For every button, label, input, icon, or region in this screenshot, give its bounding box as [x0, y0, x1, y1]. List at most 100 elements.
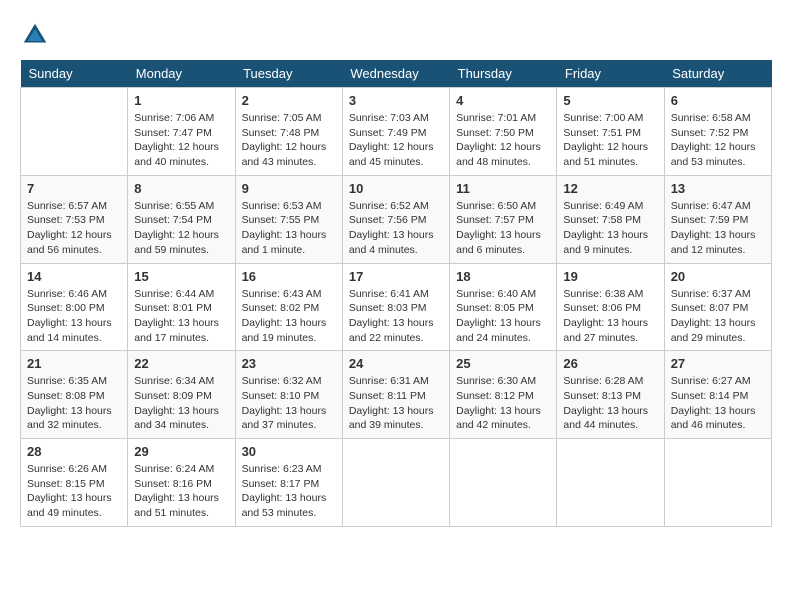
day-info: Sunrise: 6:40 AM Sunset: 8:05 PM Dayligh…: [456, 287, 550, 346]
calendar-cell: 22Sunrise: 6:34 AM Sunset: 8:09 PM Dayli…: [128, 351, 235, 439]
day-number: 12: [563, 181, 657, 196]
day-number: 17: [349, 269, 443, 284]
logo: [20, 20, 54, 50]
day-info: Sunrise: 7:03 AM Sunset: 7:49 PM Dayligh…: [349, 111, 443, 170]
page-header: [20, 20, 772, 50]
calendar-cell: 29 Sunrise: 6:24 AM Sunset: 8:16 PM Dayli…: [128, 439, 235, 527]
calendar-cell: [450, 439, 557, 527]
day-number: 21: [27, 356, 121, 371]
day-number: 24: [349, 356, 443, 371]
calendar-cell: [664, 439, 771, 527]
day-info: Sunrise: 7:01 AM Sunset: 7:50 PM Dayligh…: [456, 111, 550, 170]
day-number: 8: [134, 181, 228, 196]
day-number: 27: [671, 356, 765, 371]
day-info: Sunrise: 6:27 AM Sunset: 8:14 PM Dayligh…: [671, 374, 765, 433]
day-info: Sunrise: 6:50 AM Sunset: 7:57 PM Dayligh…: [456, 199, 550, 258]
calendar-cell: 3 Sunrise: 7:03 AM Sunset: 7:49 PM Daylig…: [342, 88, 449, 176]
calendar-week-row: 21 Sunrise: 6:35 AM Sunset: 8:08 PM Dayli…: [21, 351, 772, 439]
calendar-week-row: 14 Sunrise: 6:46 AM Sunset: 8:00 PM Dayli…: [21, 263, 772, 351]
calendar-cell: 10Sunrise: 6:52 AM Sunset: 7:56 PM Dayli…: [342, 175, 449, 263]
day-number: 16: [242, 269, 336, 284]
calendar-cell: 5 Sunrise: 7:00 AM Sunset: 7:51 PM Daylig…: [557, 88, 664, 176]
calendar-cell: 28 Sunrise: 6:26 AM Sunset: 8:15 PM Dayli…: [21, 439, 128, 527]
day-number: 2: [242, 93, 336, 108]
day-info: Sunrise: 6:23 AM Sunset: 8:17 PM Dayligh…: [242, 462, 336, 521]
calendar-cell: 27 Sunrise: 6:27 AM Sunset: 8:14 PM Dayli…: [664, 351, 771, 439]
day-info: Sunrise: 7:00 AM Sunset: 7:51 PM Dayligh…: [563, 111, 657, 170]
day-number: 1: [134, 93, 228, 108]
day-info: Sunrise: 6:35 AM Sunset: 8:08 PM Dayligh…: [27, 374, 121, 433]
day-of-week-header: Thursday: [450, 60, 557, 88]
day-number: 26: [563, 356, 657, 371]
calendar-cell: 17 Sunrise: 6:41 AM Sunset: 8:03 PM Dayli…: [342, 263, 449, 351]
day-number: 6: [671, 93, 765, 108]
calendar-cell: 6 Sunrise: 6:58 AM Sunset: 7:52 PM Daylig…: [664, 88, 771, 176]
calendar-cell: 19Sunrise: 6:38 AM Sunset: 8:06 PM Dayli…: [557, 263, 664, 351]
day-number: 10: [349, 181, 443, 196]
calendar-cell: 20Sunrise: 6:37 AM Sunset: 8:07 PM Dayli…: [664, 263, 771, 351]
calendar-week-row: 7 Sunrise: 6:57 AM Sunset: 7:53 PM Daylig…: [21, 175, 772, 263]
day-number: 23: [242, 356, 336, 371]
calendar-week-row: 28 Sunrise: 6:26 AM Sunset: 8:15 PM Dayli…: [21, 439, 772, 527]
day-number: 9: [242, 181, 336, 196]
calendar-cell: 8 Sunrise: 6:55 AM Sunset: 7:54 PM Daylig…: [128, 175, 235, 263]
calendar-cell: 7 Sunrise: 6:57 AM Sunset: 7:53 PM Daylig…: [21, 175, 128, 263]
day-info: Sunrise: 6:44 AM Sunset: 8:01 PM Dayligh…: [134, 287, 228, 346]
logo-icon: [20, 20, 50, 50]
calendar-cell: 13 Sunrise: 6:47 AM Sunset: 7:59 PM Dayli…: [664, 175, 771, 263]
calendar-cell: 2 Sunrise: 7:05 AM Sunset: 7:48 PM Daylig…: [235, 88, 342, 176]
day-info: Sunrise: 6:49 AM Sunset: 7:58 PM Dayligh…: [563, 199, 657, 258]
day-number: 7: [27, 181, 121, 196]
day-info: Sunrise: 6:34 AM Sunset: 8:09 PM Dayligh…: [134, 374, 228, 433]
day-number: 14: [27, 269, 121, 284]
day-number: 18: [456, 269, 550, 284]
day-number: 5: [563, 93, 657, 108]
day-number: 19: [563, 269, 657, 284]
day-info: Sunrise: 6:37 AM Sunset: 8:07 PM Dayligh…: [671, 287, 765, 346]
day-number: 29: [134, 444, 228, 459]
day-number: 15: [134, 269, 228, 284]
day-number: 25: [456, 356, 550, 371]
calendar-cell: [557, 439, 664, 527]
day-of-week-header: Friday: [557, 60, 664, 88]
day-number: 28: [27, 444, 121, 459]
day-info: Sunrise: 6:32 AM Sunset: 8:10 PM Dayligh…: [242, 374, 336, 433]
day-number: 30: [242, 444, 336, 459]
day-info: Sunrise: 6:31 AM Sunset: 8:11 PM Dayligh…: [349, 374, 443, 433]
calendar-cell: [21, 88, 128, 176]
day-info: Sunrise: 6:24 AM Sunset: 8:16 PM Dayligh…: [134, 462, 228, 521]
day-info: Sunrise: 6:47 AM Sunset: 7:59 PM Dayligh…: [671, 199, 765, 258]
day-number: 3: [349, 93, 443, 108]
calendar-cell: 26 Sunrise: 6:28 AM Sunset: 8:13 PM Dayli…: [557, 351, 664, 439]
calendar-cell: 12 Sunrise: 6:49 AM Sunset: 7:58 PM Dayli…: [557, 175, 664, 263]
day-info: Sunrise: 6:41 AM Sunset: 8:03 PM Dayligh…: [349, 287, 443, 346]
calendar-cell: 11 Sunrise: 6:50 AM Sunset: 7:57 PM Dayli…: [450, 175, 557, 263]
day-info: Sunrise: 6:53 AM Sunset: 7:55 PM Dayligh…: [242, 199, 336, 258]
day-info: Sunrise: 6:55 AM Sunset: 7:54 PM Dayligh…: [134, 199, 228, 258]
day-info: Sunrise: 7:05 AM Sunset: 7:48 PM Dayligh…: [242, 111, 336, 170]
day-info: Sunrise: 6:28 AM Sunset: 8:13 PM Dayligh…: [563, 374, 657, 433]
calendar-cell: 21 Sunrise: 6:35 AM Sunset: 8:08 PM Dayli…: [21, 351, 128, 439]
day-info: Sunrise: 6:43 AM Sunset: 8:02 PM Dayligh…: [242, 287, 336, 346]
day-number: 13: [671, 181, 765, 196]
calendar-cell: 1 Sunrise: 7:06 AM Sunset: 7:47 PM Daylig…: [128, 88, 235, 176]
calendar-cell: 15 Sunrise: 6:44 AM Sunset: 8:01 PM Dayli…: [128, 263, 235, 351]
calendar-cell: 14 Sunrise: 6:46 AM Sunset: 8:00 PM Dayli…: [21, 263, 128, 351]
calendar-cell: [342, 439, 449, 527]
day-info: Sunrise: 6:26 AM Sunset: 8:15 PM Dayligh…: [27, 462, 121, 521]
day-of-week-header: Saturday: [664, 60, 771, 88]
calendar-week-row: 1 Sunrise: 7:06 AM Sunset: 7:47 PM Daylig…: [21, 88, 772, 176]
calendar-cell: 4 Sunrise: 7:01 AM Sunset: 7:50 PM Daylig…: [450, 88, 557, 176]
calendar-header-row: SundayMondayTuesdayWednesdayThursdayFrid…: [21, 60, 772, 88]
calendar-table: SundayMondayTuesdayWednesdayThursdayFrid…: [20, 60, 772, 527]
day-info: Sunrise: 6:58 AM Sunset: 7:52 PM Dayligh…: [671, 111, 765, 170]
day-info: Sunrise: 6:46 AM Sunset: 8:00 PM Dayligh…: [27, 287, 121, 346]
day-info: Sunrise: 6:57 AM Sunset: 7:53 PM Dayligh…: [27, 199, 121, 258]
day-number: 4: [456, 93, 550, 108]
day-number: 11: [456, 181, 550, 196]
day-of-week-header: Sunday: [21, 60, 128, 88]
day-info: Sunrise: 7:06 AM Sunset: 7:47 PM Dayligh…: [134, 111, 228, 170]
day-of-week-header: Wednesday: [342, 60, 449, 88]
calendar-cell: 24 Sunrise: 6:31 AM Sunset: 8:11 PM Dayli…: [342, 351, 449, 439]
calendar-cell: 23 Sunrise: 6:32 AM Sunset: 8:10 PM Dayli…: [235, 351, 342, 439]
